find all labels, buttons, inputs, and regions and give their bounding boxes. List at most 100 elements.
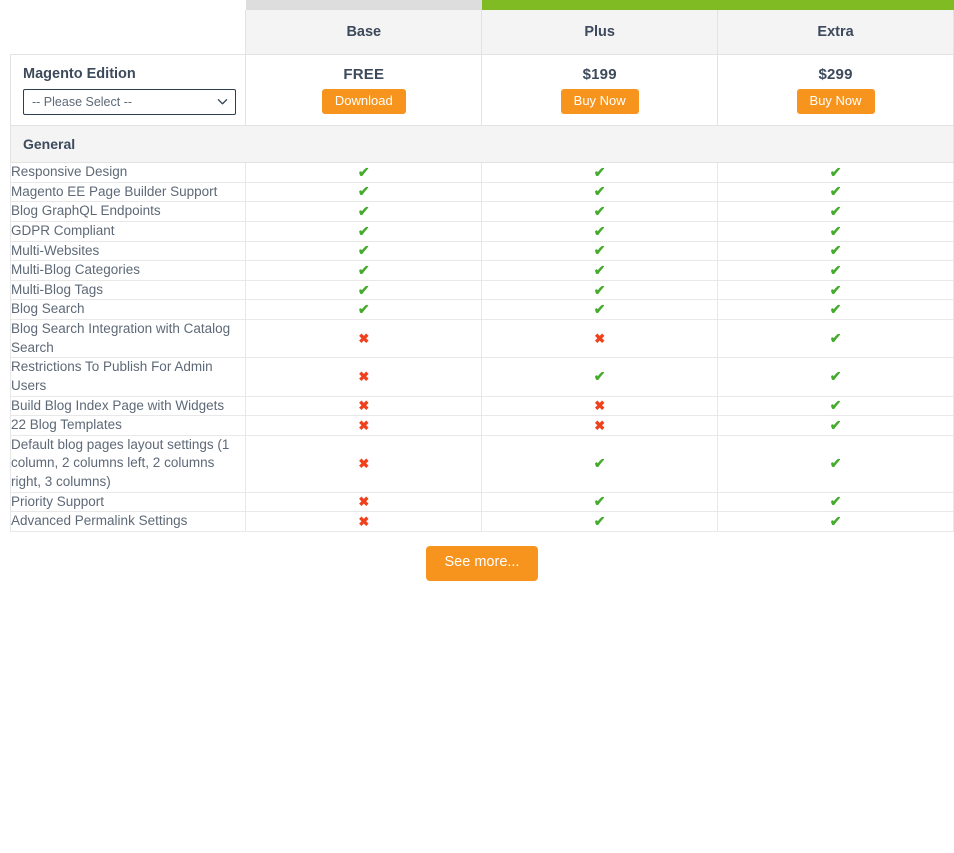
plan-cell-plus: $199 Buy Now bbox=[481, 54, 719, 126]
feature-group-header: General bbox=[10, 125, 954, 163]
feature-value-plus: ✔ bbox=[481, 201, 719, 222]
accent-plus bbox=[481, 0, 718, 10]
check-icon: ✔ bbox=[829, 222, 842, 239]
check-icon: ✔ bbox=[829, 513, 842, 530]
feature-value-base: ✔ bbox=[245, 279, 483, 301]
table-row: Restrictions To Publish For Admin Users ✖… bbox=[9, 357, 954, 397]
feature-value-base: ✖ bbox=[245, 395, 483, 417]
check-icon: ✔ bbox=[593, 261, 606, 278]
feature-value-plus: ✔ bbox=[481, 511, 719, 532]
feature-value-plus: ✖ bbox=[481, 395, 719, 417]
accent-spacer bbox=[11, 0, 246, 10]
price-extra: $299 bbox=[818, 65, 853, 83]
price-plus: $199 bbox=[582, 65, 617, 83]
check-icon: ✔ bbox=[593, 163, 606, 180]
pricing-comparison-page: Base Plus Extra Magento Edition -- Pleas… bbox=[0, 0, 954, 853]
feature-value-extra: ✔ bbox=[717, 434, 954, 493]
feature-value-base: ✖ bbox=[245, 415, 483, 436]
feature-value-base: ✔ bbox=[245, 240, 483, 262]
check-icon: ✔ bbox=[593, 301, 606, 318]
check-icon: ✔ bbox=[829, 416, 842, 433]
check-icon: ✔ bbox=[593, 493, 606, 510]
check-icon: ✔ bbox=[829, 281, 842, 298]
check-icon: ✔ bbox=[829, 397, 842, 414]
check-icon: ✔ bbox=[829, 242, 842, 259]
check-icon: ✔ bbox=[357, 301, 370, 318]
feature-value-plus: ✔ bbox=[481, 240, 719, 262]
feature-name: Advanced Permalink Settings bbox=[9, 511, 247, 532]
feature-value-plus: ✔ bbox=[481, 434, 719, 493]
feature-name: Magento EE Page Builder Support bbox=[9, 181, 247, 203]
table-row: Multi-Websites ✔ ✔ ✔ bbox=[9, 240, 954, 262]
check-icon: ✔ bbox=[357, 183, 370, 200]
cross-icon: ✖ bbox=[358, 514, 370, 530]
buy-now-button-plus[interactable]: Buy Now bbox=[560, 88, 639, 115]
table-row: Multi-Blog Categories ✔ ✔ ✔ bbox=[9, 260, 954, 281]
table-row: 22 Blog Templates ✖ ✖ ✔ bbox=[9, 415, 954, 436]
feature-value-base: ✔ bbox=[245, 201, 483, 222]
feature-value-extra: ✔ bbox=[717, 181, 954, 203]
table-row: Responsive Design ✔ ✔ ✔ bbox=[9, 162, 954, 183]
plan-name-base: Base bbox=[245, 10, 483, 55]
plan-name-extra: Extra bbox=[717, 10, 954, 55]
check-icon: ✔ bbox=[357, 222, 370, 239]
feature-value-base: ✖ bbox=[245, 511, 483, 532]
magento-edition-label: Magento Edition bbox=[23, 65, 136, 82]
check-icon: ✔ bbox=[829, 455, 842, 472]
feature-name: Restrictions To Publish For Admin Users bbox=[9, 357, 247, 397]
feature-name: Blog GraphQL Endpoints bbox=[9, 201, 247, 222]
check-icon: ✔ bbox=[593, 222, 606, 239]
table-row: Blog Search ✔ ✔ ✔ bbox=[9, 299, 954, 320]
accent-extra bbox=[717, 0, 954, 10]
feature-value-plus: ✖ bbox=[481, 318, 719, 359]
table-footer: See more... bbox=[10, 532, 954, 581]
check-icon: ✔ bbox=[829, 301, 842, 318]
check-icon: ✔ bbox=[357, 281, 370, 298]
accent-base bbox=[245, 0, 482, 10]
feature-value-extra: ✔ bbox=[717, 260, 954, 281]
cross-icon: ✖ bbox=[358, 398, 370, 414]
feature-value-plus: ✔ bbox=[481, 299, 719, 320]
feature-name: Multi-Websites bbox=[9, 240, 247, 262]
feature-value-plus: ✖ bbox=[481, 415, 719, 436]
feature-name: Blog Search bbox=[9, 299, 247, 320]
feature-value-plus: ✔ bbox=[481, 220, 719, 242]
feature-value-plus: ✔ bbox=[481, 260, 719, 281]
see-more-button[interactable]: See more... bbox=[425, 545, 539, 581]
download-button[interactable]: Download bbox=[321, 88, 406, 115]
feature-value-base: ✖ bbox=[245, 357, 483, 397]
cross-icon: ✖ bbox=[358, 331, 370, 347]
cross-icon: ✖ bbox=[358, 494, 370, 510]
plan-name-plus: Plus bbox=[481, 10, 719, 55]
feature-name: Blog Search Integration with Catalog Sea… bbox=[9, 318, 247, 359]
feature-name: GDPR Compliant bbox=[9, 220, 247, 242]
check-icon: ✔ bbox=[593, 183, 606, 200]
plan-comparison-table: Base Plus Extra Magento Edition -- Pleas… bbox=[9, 0, 954, 532]
plan-name-spacer bbox=[11, 10, 246, 55]
feature-value-extra: ✔ bbox=[717, 511, 954, 532]
check-icon: ✔ bbox=[829, 183, 842, 200]
feature-value-base: ✖ bbox=[245, 434, 483, 493]
feature-name: Priority Support bbox=[9, 491, 247, 513]
feature-value-extra: ✔ bbox=[717, 162, 954, 183]
feature-name: Responsive Design bbox=[9, 162, 247, 183]
feature-value-extra: ✔ bbox=[717, 220, 954, 242]
check-icon: ✔ bbox=[829, 203, 842, 220]
feature-name: Build Blog Index Page with Widgets bbox=[9, 395, 247, 417]
feature-value-extra: ✔ bbox=[717, 299, 954, 320]
feature-value-plus: ✔ bbox=[481, 357, 719, 397]
check-icon: ✔ bbox=[357, 261, 370, 278]
table-row: Priority Support ✖ ✔ ✔ bbox=[9, 491, 954, 513]
magento-edition-select[interactable]: -- Please Select -- bbox=[23, 88, 236, 115]
buy-now-button-extra[interactable]: Buy Now bbox=[796, 88, 875, 115]
plan-price-row: Magento Edition -- Please Select -- FREE… bbox=[9, 54, 954, 126]
feature-value-base: ✔ bbox=[245, 299, 483, 320]
cross-icon: ✖ bbox=[594, 398, 606, 414]
feature-value-extra: ✔ bbox=[717, 491, 954, 513]
feature-value-extra: ✔ bbox=[717, 357, 954, 397]
feature-value-base: ✔ bbox=[245, 220, 483, 242]
plan-name-row: Base Plus Extra bbox=[11, 10, 954, 55]
check-icon: ✔ bbox=[829, 330, 842, 347]
feature-value-base: ✖ bbox=[245, 491, 483, 513]
magento-edition-select-wrap: -- Please Select -- bbox=[23, 88, 236, 115]
